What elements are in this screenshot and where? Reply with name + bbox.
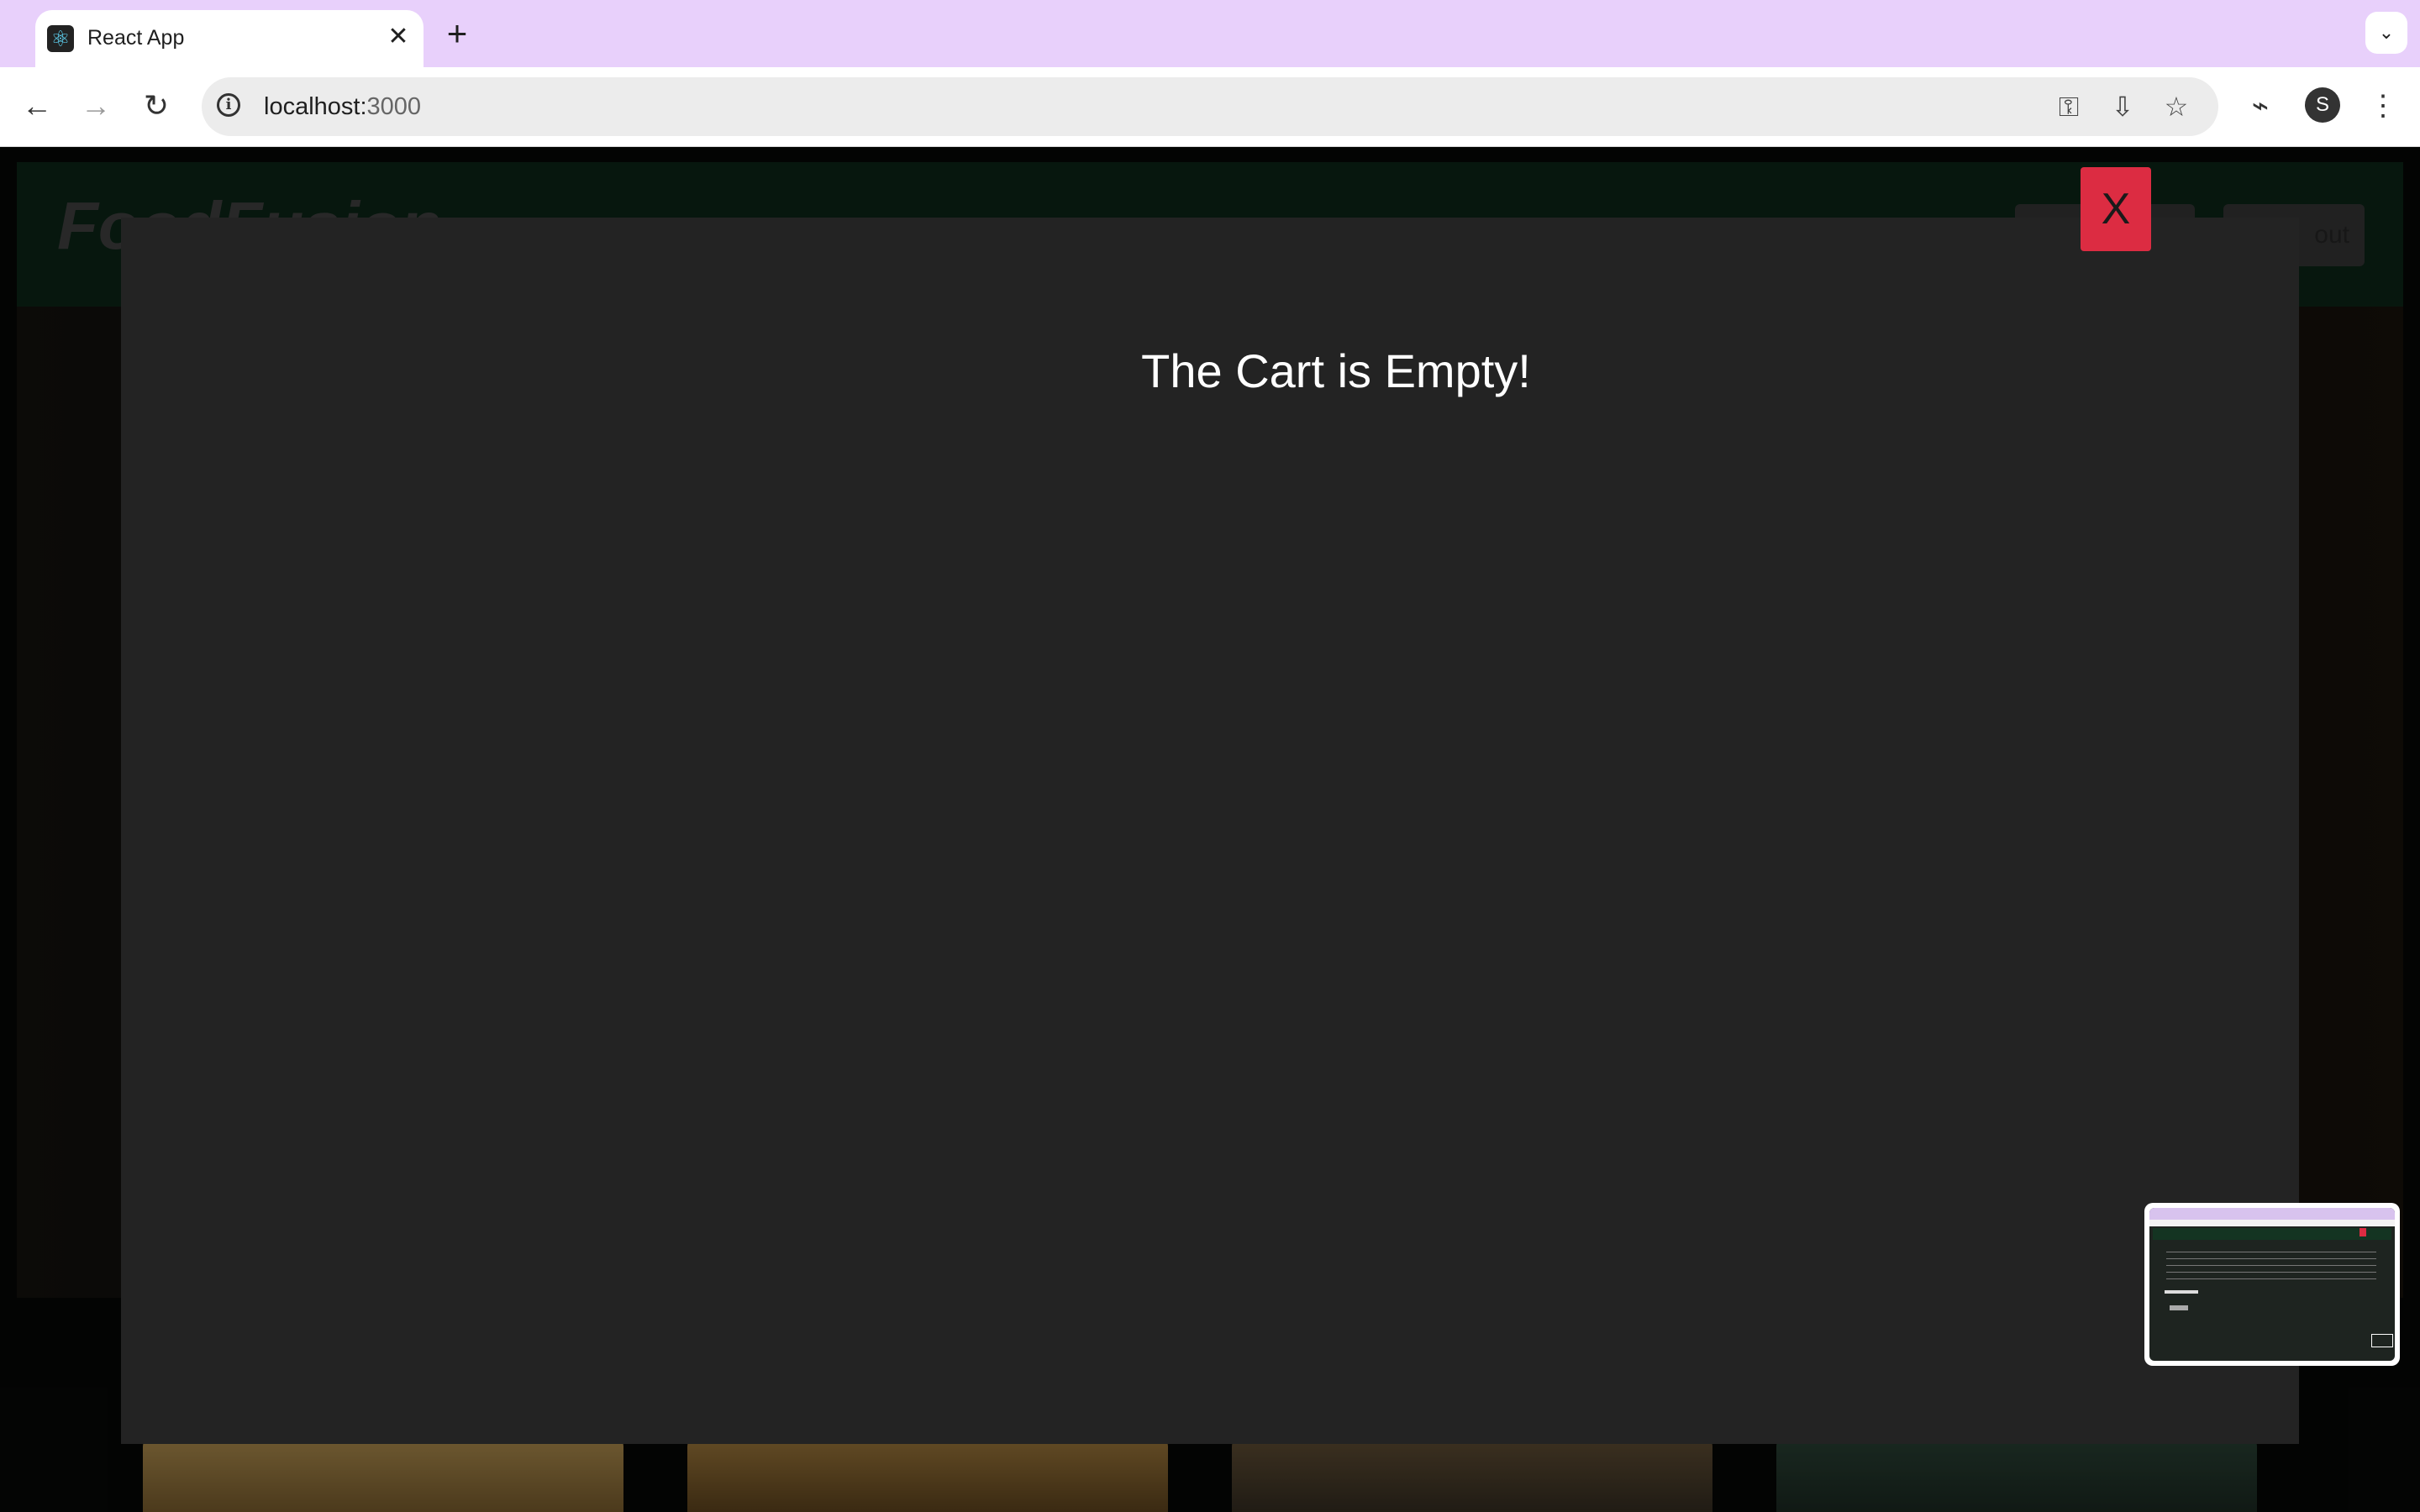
thumb-tab-strip	[2149, 1208, 2395, 1220]
tab-search-dropdown-button[interactable]: ⌄	[2365, 12, 2407, 54]
thumb-mini-preview	[2371, 1334, 2393, 1347]
thumb-total-text	[2165, 1290, 2198, 1294]
forward-icon[interactable]: →	[76, 86, 116, 126]
cart-modal: The Cart is Empty!	[121, 218, 2299, 1444]
bookmark-star-icon[interactable]: ☆	[2160, 90, 2193, 123]
tab-close-icon[interactable]: ✕	[383, 22, 413, 52]
reload-icon[interactable]: ↻	[136, 86, 176, 126]
thumb-table-line	[2166, 1278, 2376, 1279]
thumb-toolbar	[2149, 1220, 2395, 1226]
browser-toolbar: ← → ↻ i localhost:3000 ⚿ ⇩ ☆ ⌁ S ⋮	[0, 67, 2420, 147]
url-host: localhost:	[264, 93, 367, 120]
thumb-table-line	[2166, 1272, 2376, 1273]
browser-tab[interactable]: ⚛ React App ✕	[35, 10, 424, 67]
site-info-icon[interactable]: i	[217, 93, 240, 117]
install-app-icon[interactable]: ⇩	[2106, 90, 2139, 123]
thumb-table-line	[2166, 1258, 2376, 1259]
react-favicon-icon: ⚛	[47, 25, 74, 52]
thumb-header	[2153, 1228, 2391, 1240]
extension-icon[interactable]: ⌁	[2240, 86, 2281, 126]
thumb-button	[2170, 1305, 2188, 1310]
url-text[interactable]: localhost:3000	[264, 77, 421, 136]
browser-tab-strip: ⚛ React App ✕ + ⌄	[0, 0, 2420, 67]
new-tab-button[interactable]: +	[437, 16, 477, 51]
back-icon[interactable]: ←	[17, 86, 57, 126]
url-port: 3000	[366, 93, 422, 120]
profile-avatar[interactable]: S	[2305, 87, 2340, 123]
thumb-table-line	[2166, 1265, 2376, 1266]
close-cart-button[interactable]: X	[2081, 167, 2151, 251]
password-key-icon[interactable]: ⚿	[2052, 90, 2086, 123]
thumb-close-button	[2360, 1228, 2366, 1236]
page-viewport: FoodFusion out The Cart is Empty! X	[0, 147, 2420, 1512]
screenshot-preview-thumbnail[interactable]	[2144, 1203, 2400, 1366]
browser-menu-icon[interactable]: ⋮	[2363, 86, 2403, 126]
cart-empty-message: The Cart is Empty!	[1141, 344, 1531, 397]
tab-title: React App	[87, 26, 185, 50]
thumbnail-image	[2149, 1208, 2395, 1361]
address-bar[interactable]: i localhost:3000 ⚿ ⇩ ☆	[202, 77, 2218, 136]
